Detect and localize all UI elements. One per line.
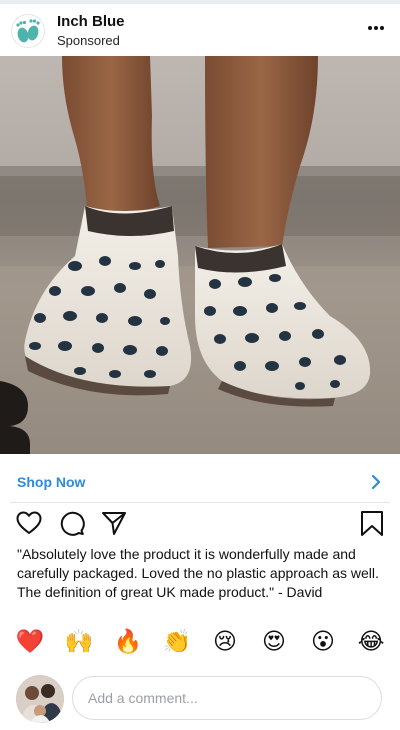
- product-photo: [0, 56, 400, 454]
- save-button[interactable]: [358, 509, 386, 537]
- more-horizontal-icon: [368, 26, 384, 30]
- reaction-heart-eyes[interactable]: 😍: [259, 627, 289, 657]
- shop-now-link[interactable]: Shop Now: [17, 474, 85, 490]
- divider: [10, 502, 390, 503]
- bookmark-icon: [361, 511, 383, 536]
- user-avatar[interactable]: [16, 675, 64, 723]
- comment-icon: [60, 511, 85, 536]
- comment-input[interactable]: [72, 676, 382, 720]
- comment-composer: [0, 672, 400, 726]
- heart-icon: [16, 511, 42, 534]
- share-button[interactable]: [100, 509, 128, 537]
- sponsored-label: Sponsored: [57, 33, 120, 48]
- reaction-raising-hands[interactable]: 🙌: [64, 627, 94, 657]
- brand-name[interactable]: Inch Blue: [57, 13, 125, 30]
- post-actions: [0, 505, 400, 539]
- post-header: Inch Blue Sponsored: [0, 4, 400, 54]
- post-caption: "Absolutely love the product it is wonde…: [17, 546, 379, 600]
- reaction-surprised-face[interactable]: 😮: [308, 627, 338, 657]
- post-image[interactable]: [0, 56, 400, 454]
- more-options-button[interactable]: [364, 16, 388, 40]
- quick-reactions: ❤️ 🙌 🔥 👏 😢 😍 😮 😂: [0, 627, 400, 657]
- share-icon: [102, 512, 126, 535]
- baby-feet-logo-icon: [16, 19, 40, 43]
- reaction-red-heart[interactable]: ❤️: [15, 627, 45, 657]
- brand-avatar[interactable]: [11, 14, 45, 48]
- user-avatar-photo: [16, 675, 64, 723]
- like-button[interactable]: [15, 509, 43, 537]
- reaction-tears-of-joy[interactable]: 😂: [356, 627, 386, 657]
- comment-button[interactable]: [58, 509, 86, 537]
- reaction-crying-face[interactable]: 😢: [210, 627, 240, 657]
- reaction-clapping-hands[interactable]: 👏: [162, 627, 192, 657]
- chevron-right-icon: [371, 474, 381, 490]
- reaction-fire[interactable]: 🔥: [113, 627, 143, 657]
- shop-now-bar[interactable]: Shop Now: [0, 464, 400, 502]
